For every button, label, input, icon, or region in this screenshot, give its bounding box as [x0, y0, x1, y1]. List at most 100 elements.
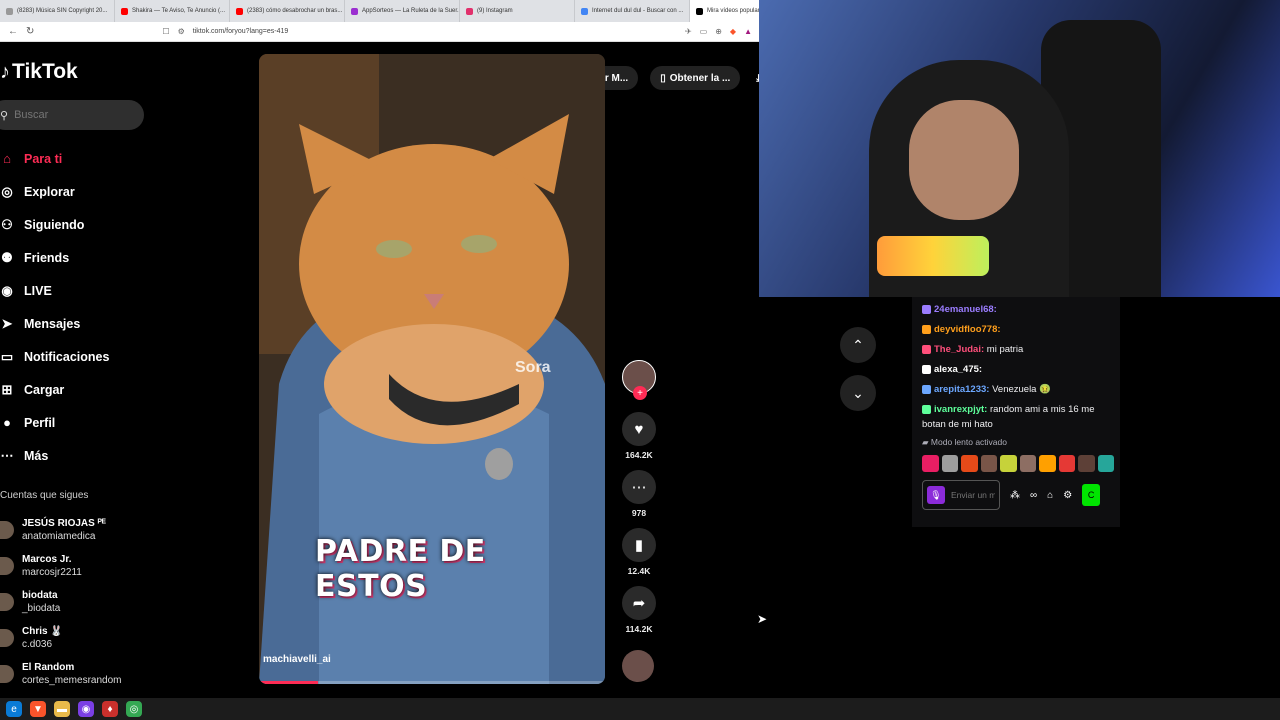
- get-app-button[interactable]: ▯ Obtener la ...: [650, 66, 741, 90]
- browser-tab[interactable]: Internet dul dul dul - Buscar con ...: [575, 0, 690, 22]
- sidebar-item-cargar[interactable]: ⊞ Cargar: [0, 373, 150, 406]
- following-account[interactable]: Chris 🐰 c.d036: [0, 620, 160, 656]
- video-progress-fill: [259, 681, 318, 684]
- chrome-icon[interactable]: ◎: [126, 701, 142, 717]
- app-icon[interactable]: ♦: [102, 701, 118, 717]
- sound-avatar[interactable]: [622, 650, 654, 682]
- browser-tab[interactable]: Shakira — Te Aviso, Te Anuncio (...: [115, 0, 230, 22]
- comment-icon[interactable]: ⋯: [622, 470, 656, 504]
- sidebar-item-live[interactable]: ◉ LIVE: [0, 274, 150, 307]
- emote-icon[interactable]: [1000, 455, 1017, 472]
- zoom-icon[interactable]: ⊕: [715, 27, 722, 36]
- video-author[interactable]: machiavelli_ai: [263, 654, 331, 665]
- brave-shield-icon[interactable]: ◆: [730, 27, 736, 36]
- bookmark-icon[interactable]: ▮: [622, 528, 656, 562]
- chat-username[interactable]: ivanrexpjyt:: [934, 404, 987, 415]
- avatar: [0, 521, 14, 539]
- emote-icon[interactable]: [1058, 455, 1075, 472]
- video-progress-bar[interactable]: [259, 681, 605, 684]
- emote-icon[interactable]: [1019, 455, 1036, 472]
- video-player[interactable]: Sora PADRE DE ESTOS machiavelli_ai: [259, 54, 605, 684]
- chevron-up-icon: ⌃: [852, 336, 864, 353]
- tab-label: Mira vídeos populares ...: [707, 8, 760, 14]
- sidebar-item-friends[interactable]: ⚉ Friends: [0, 241, 150, 274]
- following-account[interactable]: Marcos Jr. marcosjr2211: [0, 548, 160, 584]
- chat-username[interactable]: deyvidfloo778:: [934, 324, 1001, 335]
- browser-tab[interactable]: (9) Instagram: [460, 0, 575, 22]
- save-action[interactable]: ▮ 12.4K: [620, 528, 658, 576]
- follow-plus-icon[interactable]: +: [633, 386, 647, 400]
- edge-icon[interactable]: e: [6, 701, 22, 717]
- sidebar-item-perfil[interactable]: ● Perfil: [0, 406, 150, 439]
- infinity-icon[interactable]: ∞: [1030, 490, 1037, 501]
- save-count: 12.4K: [627, 566, 651, 576]
- screen-icon[interactable]: ▭: [700, 27, 708, 36]
- emote-icon[interactable]: [980, 455, 997, 472]
- sidebar-item-label: Notificaciones: [24, 349, 110, 364]
- emote-icon[interactable]: [922, 455, 939, 472]
- compass-icon: ◎: [1, 183, 13, 199]
- following-account[interactable]: JESÚS RIOJAS ᴾᴱ anatomiamedica: [0, 512, 160, 548]
- share-icon[interactable]: ➦: [622, 586, 656, 620]
- brave-rewards-icon[interactable]: ▲: [744, 27, 752, 36]
- site-info-icon[interactable]: ⚙: [178, 27, 185, 36]
- emote-icon[interactable]: [941, 455, 958, 472]
- chat-text: mi patria: [984, 344, 1024, 355]
- creator-avatar[interactable]: +: [622, 360, 656, 400]
- store-icon[interactable]: ⌂: [1047, 490, 1053, 501]
- chat-username[interactable]: The_Judai:: [934, 344, 984, 355]
- browser-tab[interactable]: AppSorteos — La Ruleta de la Suer...: [345, 0, 460, 22]
- comment-action[interactable]: ⋯ 978: [620, 470, 658, 518]
- sidebar-item-mensajes[interactable]: ➤ Mensajes: [0, 307, 150, 340]
- chat-username[interactable]: arepita1233:: [934, 384, 989, 395]
- action-column: + ♥ 164.2K ⋯ 978 ▮ 12.4K ➦ 114.2K: [620, 360, 658, 644]
- sidebar-item-label: Siguiendo: [24, 217, 85, 232]
- sidebar-item-explorar[interactable]: ◎ Explorar: [0, 175, 150, 208]
- folder-icon[interactable]: ▬: [54, 701, 70, 717]
- inbox-icon: ▭: [0, 348, 14, 364]
- heart-icon[interactable]: ♥: [622, 412, 656, 446]
- chat-message: alexa_475:: [922, 362, 1114, 377]
- chat-input[interactable]: [951, 490, 995, 500]
- obs-icon[interactable]: ◉: [78, 701, 94, 717]
- bits-icon[interactable]: ⁂: [1010, 490, 1020, 501]
- chat-messages[interactable]: 24emanuel68: deyvidfloo778: The_Judai: mi …: [922, 302, 1114, 432]
- following-account[interactable]: El Random cortes_memesrandom: [0, 656, 160, 692]
- sidebar-item-siguiendo[interactable]: ⚇ Siguiendo: [0, 208, 150, 241]
- url-field[interactable]: tiktok.com/foryou?lang=es-419: [193, 28, 677, 35]
- translate-icon[interactable]: ✈: [685, 27, 692, 36]
- following-account[interactable]: biodata _biodata: [0, 584, 160, 620]
- emote-bar[interactable]: [922, 455, 1114, 472]
- tiktok-logo[interactable]: ♪ TikTok: [0, 60, 78, 84]
- back-icon[interactable]: ←: [8, 26, 18, 37]
- chat-username[interactable]: alexa_475:: [934, 364, 982, 375]
- bookmark-icon[interactable]: ☐: [162, 27, 169, 36]
- chat-input-box[interactable]: 🎙: [922, 480, 1000, 510]
- next-video-button[interactable]: ⌄: [840, 375, 876, 411]
- chat-send-button[interactable]: C: [1082, 484, 1101, 506]
- emote-icon[interactable]: [1039, 455, 1056, 472]
- search-box[interactable]: ⚲: [0, 100, 144, 130]
- account-handle: _biodata: [22, 603, 61, 614]
- sidebar-item-más[interactable]: ⋯ Más: [0, 439, 150, 472]
- emote-icon[interactable]: [1078, 455, 1095, 472]
- share-action[interactable]: ➦ 114.2K: [620, 586, 658, 634]
- search-input[interactable]: [14, 109, 125, 121]
- emote-icon[interactable]: [1097, 455, 1114, 472]
- settings-icon[interactable]: ⚙: [1063, 490, 1072, 501]
- chat-badge-icon: [922, 364, 931, 374]
- brave-icon[interactable]: ▼: [30, 701, 46, 717]
- sidebar-item-para-ti[interactable]: ⌂ Para ti: [0, 142, 150, 175]
- browser-address-bar: ← ↻ ☐ ⚙ tiktok.com/foryou?lang=es-419 ✈ …: [0, 22, 760, 42]
- browser-tab[interactable]: Mira vídeos populares ...: [690, 0, 760, 22]
- sidebar-item-notificaciones[interactable]: ▭ Notificaciones: [0, 340, 150, 373]
- chat-message: ivanrexpjyt: random ami a mis 16 me bota…: [922, 402, 1114, 432]
- browser-tab[interactable]: (2383) cómo desabrochar un bras...: [230, 0, 345, 22]
- previous-video-button[interactable]: ⌃: [840, 327, 876, 363]
- browser-tab[interactable]: (8283) Música SIN Copyright 20...: [0, 0, 115, 22]
- emote-icon[interactable]: [961, 455, 978, 472]
- like-action[interactable]: ♥ 164.2K: [620, 412, 658, 460]
- chat-username[interactable]: 24emanuel68:: [934, 304, 997, 315]
- reload-icon[interactable]: ↻: [26, 26, 34, 37]
- voice-icon[interactable]: 🎙: [927, 486, 945, 504]
